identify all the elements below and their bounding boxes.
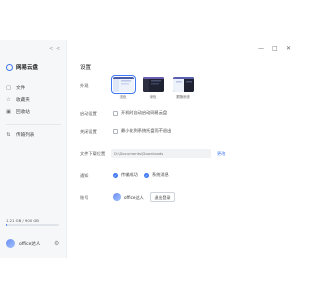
sidebar-item-label: 收藏夹: [16, 98, 30, 103]
app-window: < < 网易云盘 □ 文件 ☆ 收藏夹 ▣ 回收站 ⇅ 传输列表 1.21 GB…: [0, 40, 300, 258]
download-location-label: 文件下载位置: [80, 151, 106, 156]
forward-icon[interactable]: <: [56, 46, 60, 52]
page-title: 设置: [80, 65, 92, 71]
checkbox-box: [113, 128, 118, 134]
startup-option-label: 开机时自动启动网易云盘: [121, 110, 168, 115]
trash-icon: ▣: [6, 108, 11, 115]
notify-transfer-checkbox[interactable]: ✓ 传输成功: [113, 172, 138, 178]
app-name: 网易云盘: [16, 65, 39, 71]
avatar: [113, 193, 121, 201]
transfer-icon: ⇅: [6, 131, 11, 138]
brand: 网易云盘: [6, 63, 38, 71]
gear-icon[interactable]: ⚙: [54, 240, 59, 247]
storage-quota-bar: [6, 224, 59, 226]
change-path-link[interactable]: 更改: [217, 151, 225, 157]
sidebar-item-label: 传输列表: [16, 133, 35, 138]
theme-light-preview: [113, 77, 134, 92]
minimize-icon[interactable]: —: [258, 45, 264, 52]
sidebar-item-favorites[interactable]: ☆ 收藏夹: [6, 97, 30, 103]
user-profile[interactable]: office达人: [6, 239, 40, 248]
theme-dark-option[interactable]: [143, 77, 164, 92]
storage-quota: 1.21 GB / 900 GB: [6, 218, 39, 223]
notify-system-label: 系统消息: [152, 172, 169, 177]
account-name: office达人: [124, 195, 144, 200]
notify-system-checkbox[interactable]: ✓ 系统消息: [144, 172, 169, 178]
notify-transfer-label: 传输成功: [121, 172, 138, 177]
checkbox-box: [113, 110, 118, 116]
theme-dark-preview: [143, 77, 164, 92]
theme-dark-label: 深色: [149, 95, 157, 99]
check-icon: ✓: [144, 172, 149, 178]
logout-button[interactable]: 退出登录: [150, 192, 175, 202]
download-path-field[interactable]: D:\Documents\Downloads: [111, 149, 211, 158]
minimize-to-tray-checkbox[interactable]: 最小化到系统托盘而不退出: [113, 128, 171, 134]
sidebar-item-label: 回收站: [16, 110, 30, 115]
maximize-icon[interactable]: □: [272, 45, 278, 52]
file-icon: □: [6, 84, 11, 91]
theme-light-label: 浅色: [119, 95, 127, 99]
sidebar-item-files[interactable]: □ 文件: [6, 85, 25, 91]
theme-system-label: 跟随系统: [176, 95, 190, 99]
account-label: 账号: [80, 195, 89, 200]
notification-label: 通知: [80, 173, 89, 178]
sidebar-item-label: 文件: [16, 86, 26, 91]
settings-panel: — □ ✕ 设置 外观 浅色 深色 跟随系统 启动设置 开机时自动启动网易云盘 …: [67, 40, 300, 258]
avatar: [6, 239, 15, 248]
check-icon: ✓: [113, 172, 118, 178]
close-icon[interactable]: ✕: [286, 45, 291, 52]
startup-label: 启动设置: [80, 111, 97, 116]
close-behavior-label: 关闭设置: [80, 129, 97, 134]
appearance-label: 外观: [80, 83, 89, 88]
sidebar-item-transfers[interactable]: ⇅ 传输列表: [6, 132, 34, 138]
theme-system-option[interactable]: [173, 77, 194, 92]
minimize-to-tray-label: 最小化到系统托盘而不退出: [121, 128, 172, 133]
star-icon: ☆: [6, 96, 11, 103]
app-logo-icon: [6, 63, 13, 71]
back-icon[interactable]: <: [49, 46, 53, 52]
theme-light-option[interactable]: [111, 75, 136, 94]
user-name: office达人: [19, 241, 41, 247]
theme-system-preview: [173, 77, 194, 92]
storage-quota-fill: [6, 224, 8, 226]
startup-checkbox[interactable]: 开机时自动启动网易云盘: [113, 110, 167, 116]
sidebar-item-trash[interactable]: ▣ 回收站: [6, 109, 30, 115]
sidebar: < < 网易云盘 □ 文件 ☆ 收藏夹 ▣ 回收站 ⇅ 传输列表 1.21 GB…: [0, 40, 67, 258]
sidebar-divider: [6, 124, 61, 125]
